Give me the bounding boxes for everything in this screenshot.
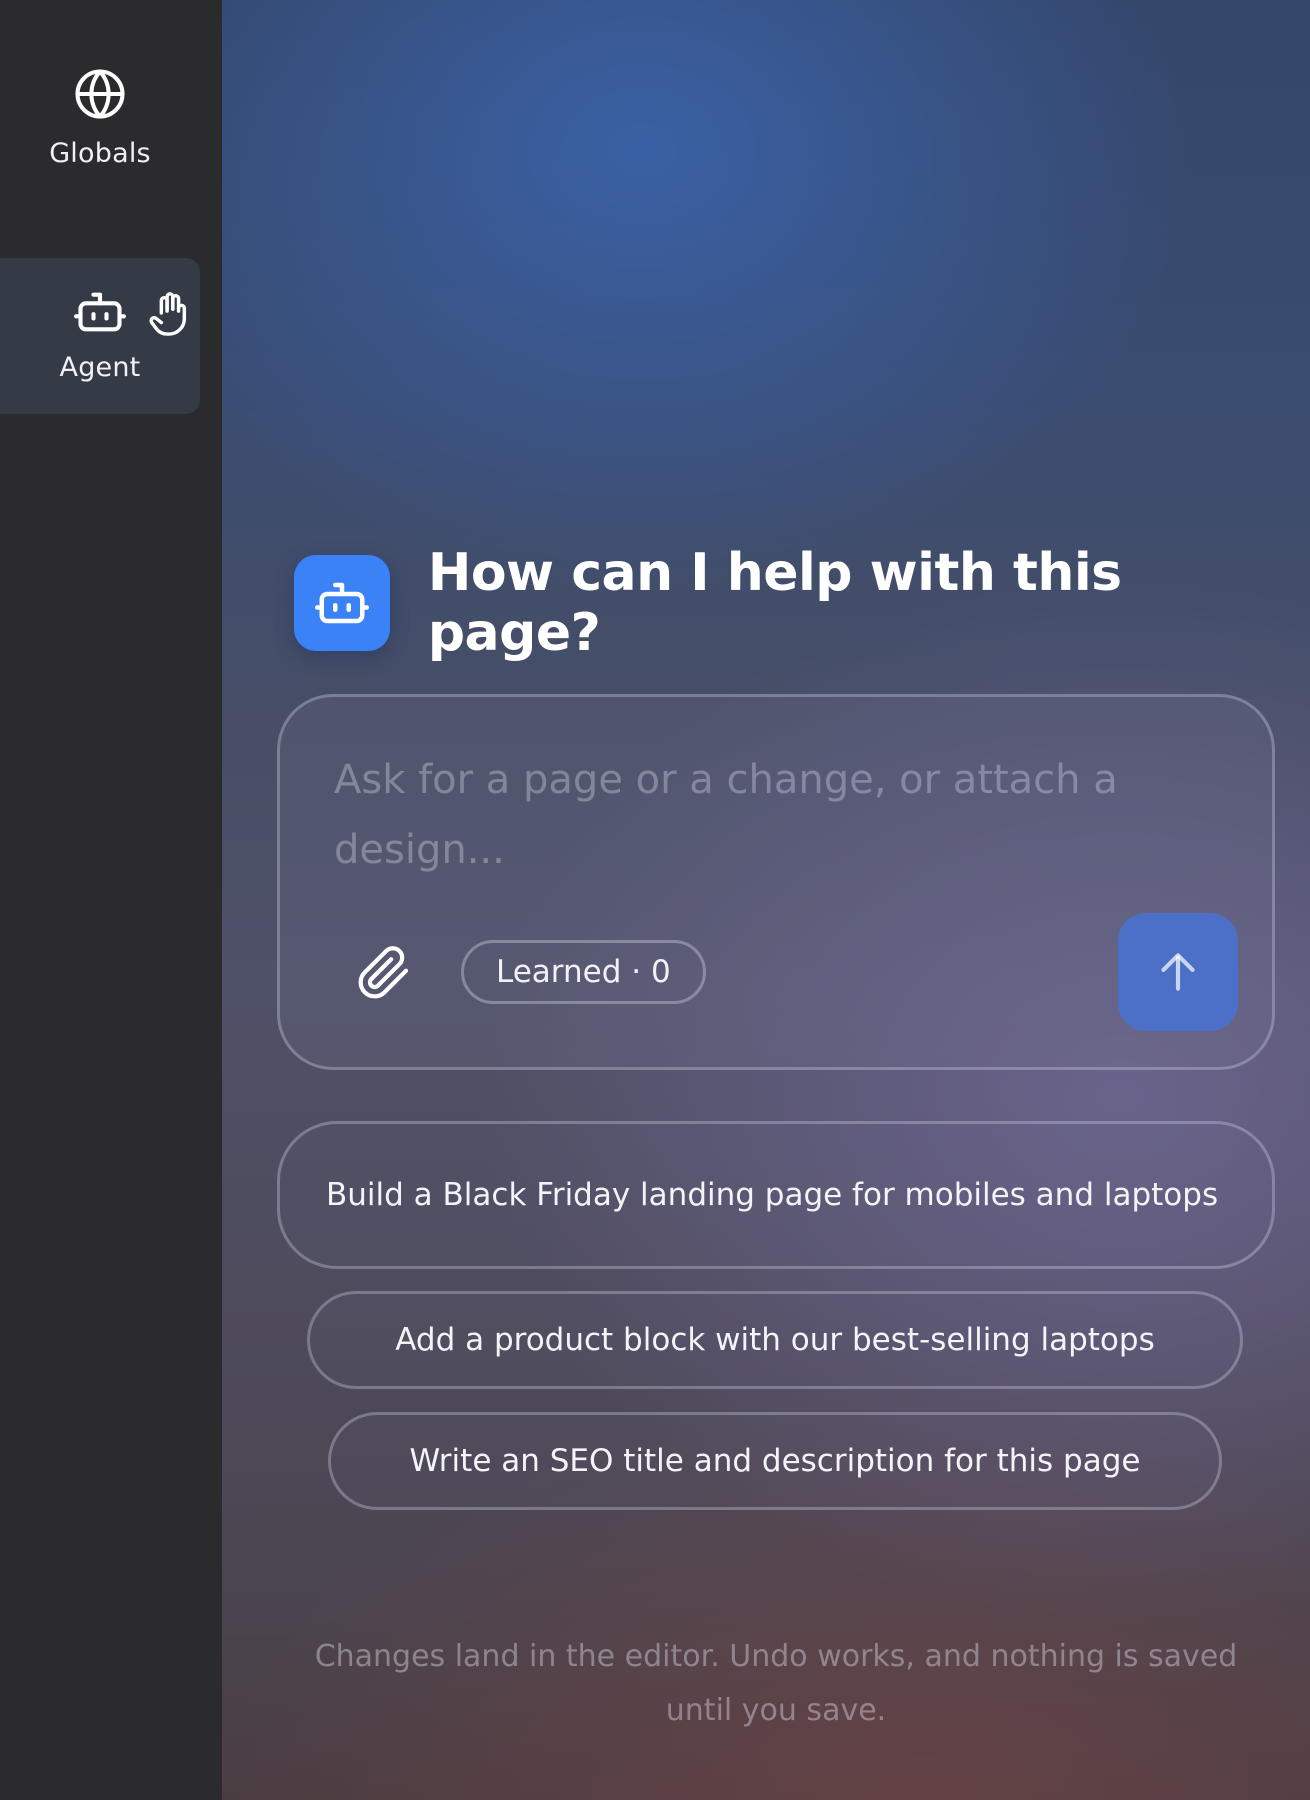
suggestion-label: Add a product block with our best-sellin… bbox=[395, 1322, 1155, 1358]
hand-icon bbox=[146, 288, 192, 343]
send-button[interactable] bbox=[1118, 913, 1238, 1031]
sidebar-item-agent[interactable]: Agent bbox=[0, 258, 200, 414]
sidebar-item-label: Agent bbox=[59, 352, 141, 383]
globe-icon bbox=[73, 62, 127, 126]
agent-badge bbox=[294, 554, 390, 651]
footnote: Changes land in the editor. Undo works, … bbox=[314, 1639, 1238, 1728]
learned-chip[interactable]: Learned · 0 bbox=[461, 940, 706, 1004]
robot-icon bbox=[74, 280, 126, 344]
hero: How can I help with this page? bbox=[294, 508, 1310, 698]
suggestion-chip[interactable]: Add a product block with our best-sellin… bbox=[307, 1291, 1243, 1389]
suggestion-label: Write an SEO title and description for t… bbox=[409, 1443, 1141, 1479]
page-title: How can I help with this page? bbox=[427, 542, 1122, 663]
attach-button[interactable] bbox=[352, 941, 416, 1005]
composer: Learned · 0 bbox=[277, 694, 1275, 1070]
robot-icon bbox=[314, 582, 369, 624]
suggestion-chip[interactable]: Write an SEO title and description for t… bbox=[328, 1412, 1222, 1510]
arrow-up-icon bbox=[1161, 953, 1195, 991]
suggestion-label: Build a Black Friday landing page for mo… bbox=[326, 1177, 1219, 1213]
suggestion-chip[interactable]: Build a Black Friday landing page for mo… bbox=[277, 1121, 1275, 1269]
learned-label: Learned · 0 bbox=[496, 954, 671, 990]
sidebar-item-label: Globals bbox=[49, 138, 151, 169]
sidebar: Globals Agent bbox=[0, 0, 222, 1800]
sidebar-item-globals[interactable]: Globals bbox=[0, 56, 200, 186]
app-window: Globals Agent How can I help with this p… bbox=[0, 0, 1310, 1800]
prompt-input[interactable] bbox=[332, 743, 1192, 893]
agent-panel: How can I help with this page? Learned ·… bbox=[222, 0, 1310, 1800]
paperclip-icon bbox=[358, 946, 409, 999]
